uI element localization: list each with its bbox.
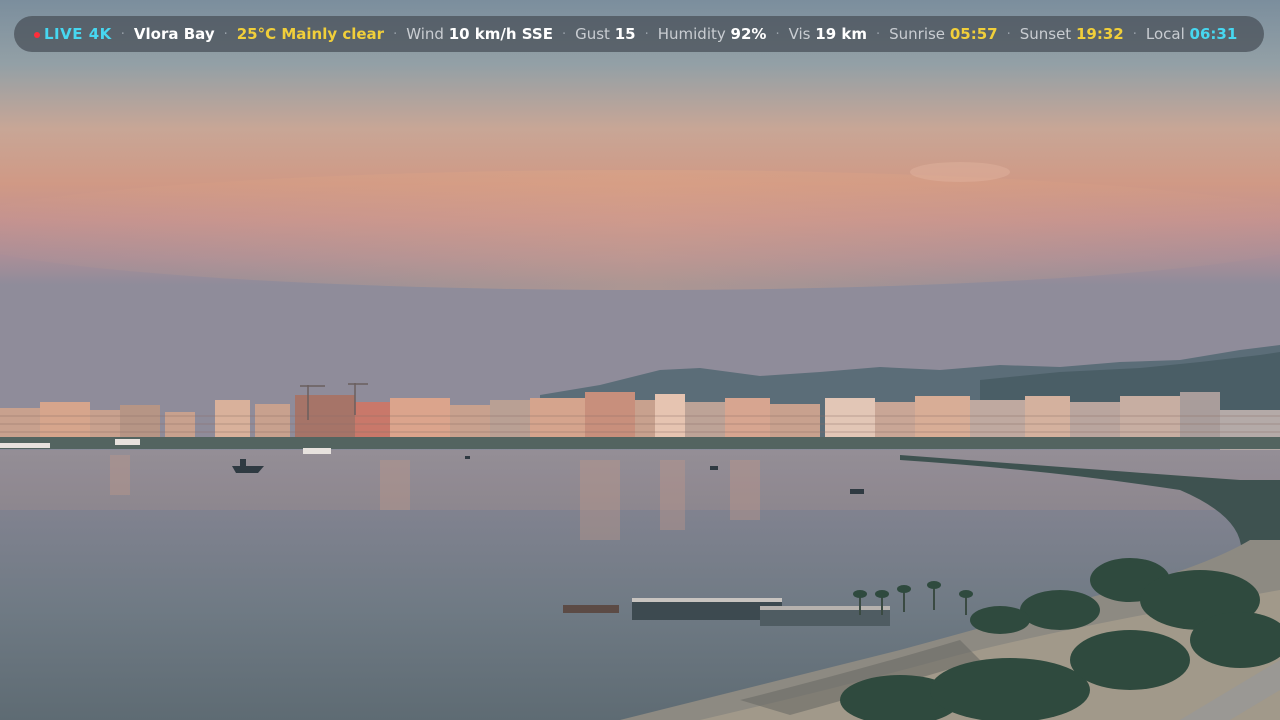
gust-value: 15 <box>614 25 636 43</box>
separator: · <box>1006 26 1011 42</box>
webcam-view: LIVE 4K · Vlora Bay · 25°C Mainly clear … <box>0 0 1280 720</box>
separator: · <box>1132 26 1137 42</box>
temperature-conditions: 25°C Mainly clear <box>236 25 385 43</box>
gust-label: Gust <box>575 25 610 43</box>
live-indicator-dot <box>34 32 40 38</box>
humidity-value: 92% <box>730 25 767 43</box>
separator: · <box>775 26 780 42</box>
visibility-value: 19 km <box>815 25 867 43</box>
sunrise-label: Sunrise <box>889 25 946 43</box>
sunrise-time: 05:57 <box>949 25 998 43</box>
local-time-value: 06:31 <box>1189 25 1238 43</box>
weather-overlay-bar: LIVE 4K · Vlora Bay · 25°C Mainly clear … <box>14 16 1264 52</box>
location-name: Vlora Bay <box>133 25 215 43</box>
humidity-label: Humidity <box>657 25 726 43</box>
wind-label: Wind <box>406 25 444 43</box>
separator: · <box>223 26 228 42</box>
wind-value: 10 km/h SSE <box>448 25 553 43</box>
separator: · <box>644 26 649 42</box>
sunset-time: 19:32 <box>1075 25 1124 43</box>
bay-scene-image <box>0 0 1280 720</box>
visibility-label: Vis <box>788 25 811 43</box>
local-time-label: Local <box>1145 25 1185 43</box>
sunset-label: Sunset <box>1019 25 1072 43</box>
separator: · <box>561 26 567 42</box>
live-badge: LIVE 4K <box>44 25 112 43</box>
separator: · <box>120 26 125 42</box>
separator: · <box>393 26 398 42</box>
separator: · <box>875 26 881 42</box>
